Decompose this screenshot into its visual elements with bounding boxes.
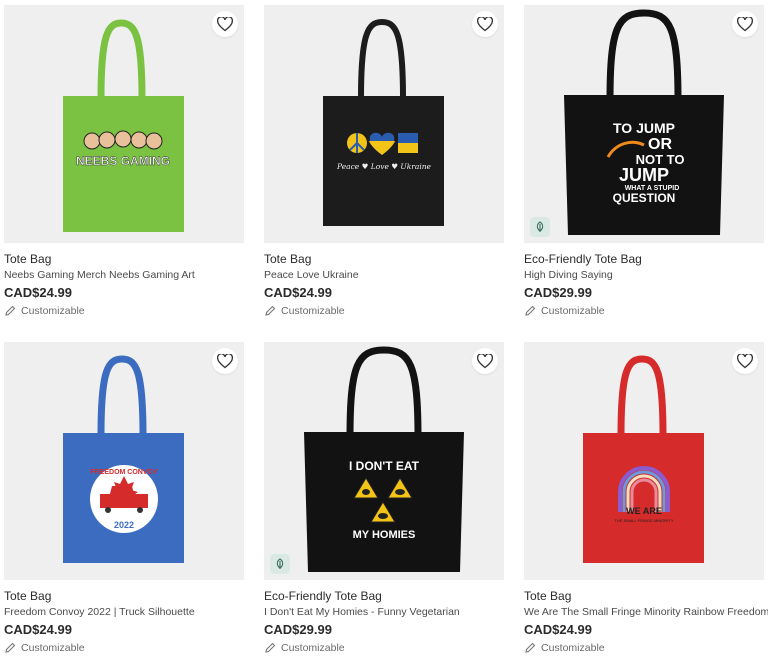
pencil-icon [524, 305, 536, 317]
heart-outline-icon [477, 16, 493, 31]
tote-bag-image: TO JUMP OR NOT TO JUMP WHAT A STUPID QUE… [564, 9, 724, 235]
design-text: OR [648, 136, 672, 153]
customizable-text: Customizable [541, 642, 605, 654]
product-image[interactable]: WE ARE THE SMALL FRINGE MINORITY [524, 342, 764, 580]
product-price: CAD$24.99 [4, 622, 72, 637]
product-title[interactable]: I Don't Eat My Homies - Funny Vegetarian [264, 606, 460, 618]
eco-badge [530, 217, 550, 237]
design-text: NEEBS GAMING [76, 154, 170, 168]
tote-bag-image: I DON'T EAT MY HOMIES [304, 346, 464, 572]
design-text: Peace ♥ Love ♥ Ukraine [336, 162, 432, 171]
design-text: JUMP [619, 165, 669, 185]
product-type: Tote Bag [264, 252, 312, 266]
product-image[interactable]: I DON'T EAT MY HOMIES [264, 342, 504, 580]
heart-outline-icon [217, 353, 233, 368]
customizable-label: Customizable [4, 642, 85, 654]
product-title[interactable]: Freedom Convoy 2022 | Truck Silhouette [4, 606, 195, 618]
customizable-text: Customizable [541, 305, 605, 317]
customizable-label: Customizable [264, 305, 345, 317]
customizable-text: Customizable [21, 305, 85, 317]
tote-bag-image: FREEDOM CONVOY 2022 [63, 355, 184, 563]
customizable-label: Customizable [524, 305, 605, 317]
favorite-button[interactable] [732, 348, 758, 374]
customizable-label: Customizable [4, 305, 85, 317]
heart-outline-icon [737, 16, 753, 31]
product-title[interactable]: High Diving Saying [524, 269, 613, 281]
product-type: Eco-Friendly Tote Bag [264, 589, 382, 603]
pencil-icon [264, 642, 276, 654]
product-type: Tote Bag [524, 589, 572, 603]
customizable-label: Customizable [264, 642, 345, 654]
product-image[interactable]: TO JUMP OR NOT TO JUMP WHAT A STUPID QUE… [524, 5, 764, 243]
favorite-button[interactable] [212, 348, 238, 374]
design-text: MY HOMIES [353, 529, 416, 541]
design-text: 2022 [114, 520, 134, 530]
tote-bag-image: WE ARE THE SMALL FRINGE MINORITY [583, 355, 704, 563]
product-image[interactable]: NEEBS GAMING [4, 5, 244, 243]
product-title[interactable]: Peace Love Ukraine [264, 269, 359, 281]
eco-badge [270, 554, 290, 574]
pencil-icon [524, 642, 536, 654]
design-text: WE ARE [626, 506, 662, 516]
product-price: CAD$24.99 [264, 285, 332, 300]
pencil-icon [264, 305, 276, 317]
design-text: FREEDOM CONVOY [90, 469, 158, 476]
leaf-icon [536, 221, 544, 232]
heart-outline-icon [477, 353, 493, 368]
tote-bag-image: NEEBS GAMING [63, 19, 184, 232]
product-price: CAD$29.99 [264, 622, 332, 637]
product-title[interactable]: We Are The Small Fringe Minority Rainbow… [524, 606, 768, 618]
customizable-text: Customizable [281, 305, 345, 317]
product-type: Tote Bag [4, 589, 52, 603]
design-text: THE SMALL FRINGE MINORITY [615, 518, 674, 523]
design-text: I DON'T EAT [349, 459, 420, 473]
product-image[interactable]: Peace ♥ Love ♥ Ukraine [264, 5, 504, 243]
favorite-button[interactable] [212, 11, 238, 37]
product-image[interactable]: FREEDOM CONVOY 2022 [4, 342, 244, 580]
product-price: CAD$29.99 [524, 285, 592, 300]
customizable-label: Customizable [524, 642, 605, 654]
leaf-icon [276, 558, 284, 569]
product-type: Tote Bag [4, 252, 52, 266]
pencil-icon [4, 305, 16, 317]
tote-bag-image: Peace ♥ Love ♥ Ukraine [323, 18, 444, 226]
heart-outline-icon [217, 16, 233, 31]
favorite-button[interactable] [472, 11, 498, 37]
customizable-text: Customizable [21, 642, 85, 654]
product-price: CAD$24.99 [524, 622, 592, 637]
customizable-text: Customizable [281, 642, 345, 654]
product-price: CAD$24.99 [4, 285, 72, 300]
heart-outline-icon [737, 353, 753, 368]
product-type: Eco-Friendly Tote Bag [524, 252, 642, 266]
favorite-button[interactable] [472, 348, 498, 374]
design-faces [83, 130, 163, 150]
design-text: TO JUMP [613, 120, 675, 136]
favorite-button[interactable] [732, 11, 758, 37]
design-text: QUESTION [613, 191, 676, 205]
pencil-icon [4, 642, 16, 654]
product-title[interactable]: Neebs Gaming Merch Neebs Gaming Art [4, 269, 195, 281]
